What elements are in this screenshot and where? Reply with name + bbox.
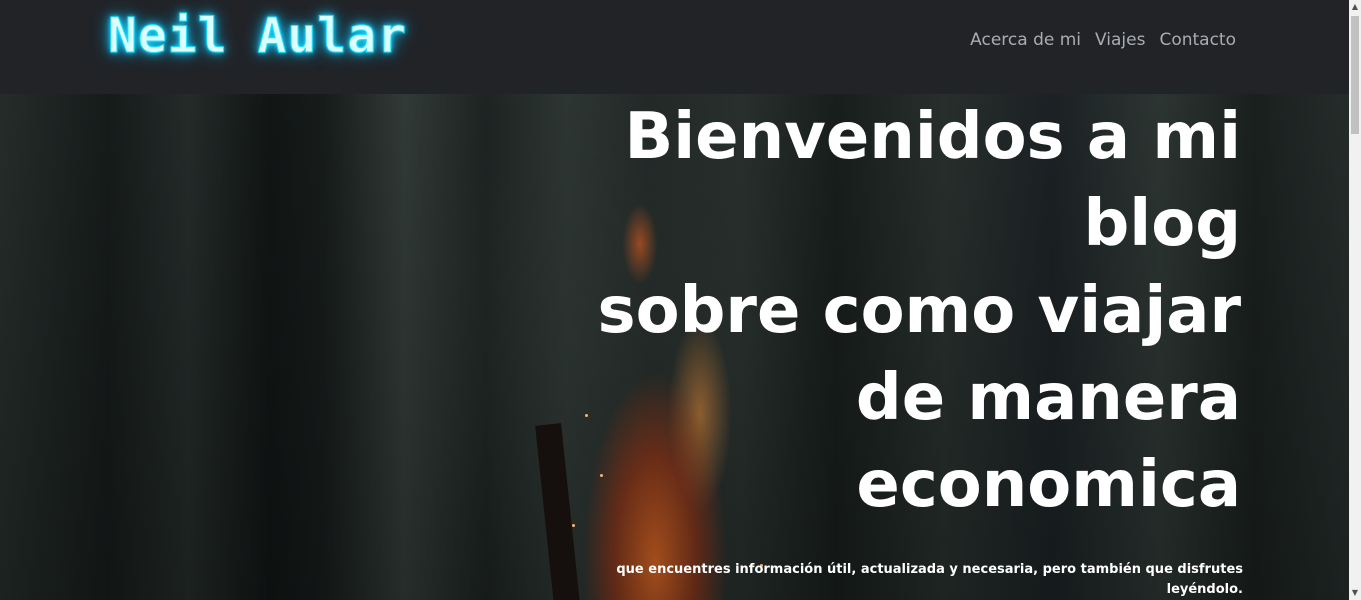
nav-link-acerca[interactable]: Acerca de mi (970, 30, 1081, 50)
hero-section: Bienvenidos a mi blog sobre como viajar … (0, 94, 1349, 600)
hero-heading-line: Bienvenidos a mi (624, 100, 1241, 174)
nav-link-contacto[interactable]: Contacto (1159, 30, 1236, 50)
hero-heading-line: economica (856, 448, 1241, 522)
hero-heading-line: sobre como viajar (597, 274, 1242, 348)
page: Neil Aular Acerca de mi Viajes Contacto … (0, 0, 1361, 600)
hero-subtext: que encuentres información útil, actuali… (616, 562, 1243, 597)
hero-heading-line: blog (1083, 187, 1241, 261)
nav-link-viajes[interactable]: Viajes (1095, 30, 1145, 50)
triangle-up-icon[interactable]: ▲ (1349, 0, 1361, 14)
hero-heading: Bienvenidos a mi blog sobre como viajar … (541, 94, 1242, 529)
navbar: Neil Aular Acerca de mi Viajes Contacto (0, 0, 1349, 94)
nav-menu: Acerca de mi Viajes Contacto (970, 30, 1236, 50)
scrollbar-thumb[interactable] (1351, 16, 1359, 134)
hero-heading-line: de manera (855, 361, 1241, 435)
triangle-down-icon[interactable]: ▼ (1349, 586, 1361, 600)
vertical-scrollbar[interactable]: ▲ ▼ (1349, 0, 1361, 600)
site-logo[interactable]: Neil Aular (108, 8, 407, 65)
